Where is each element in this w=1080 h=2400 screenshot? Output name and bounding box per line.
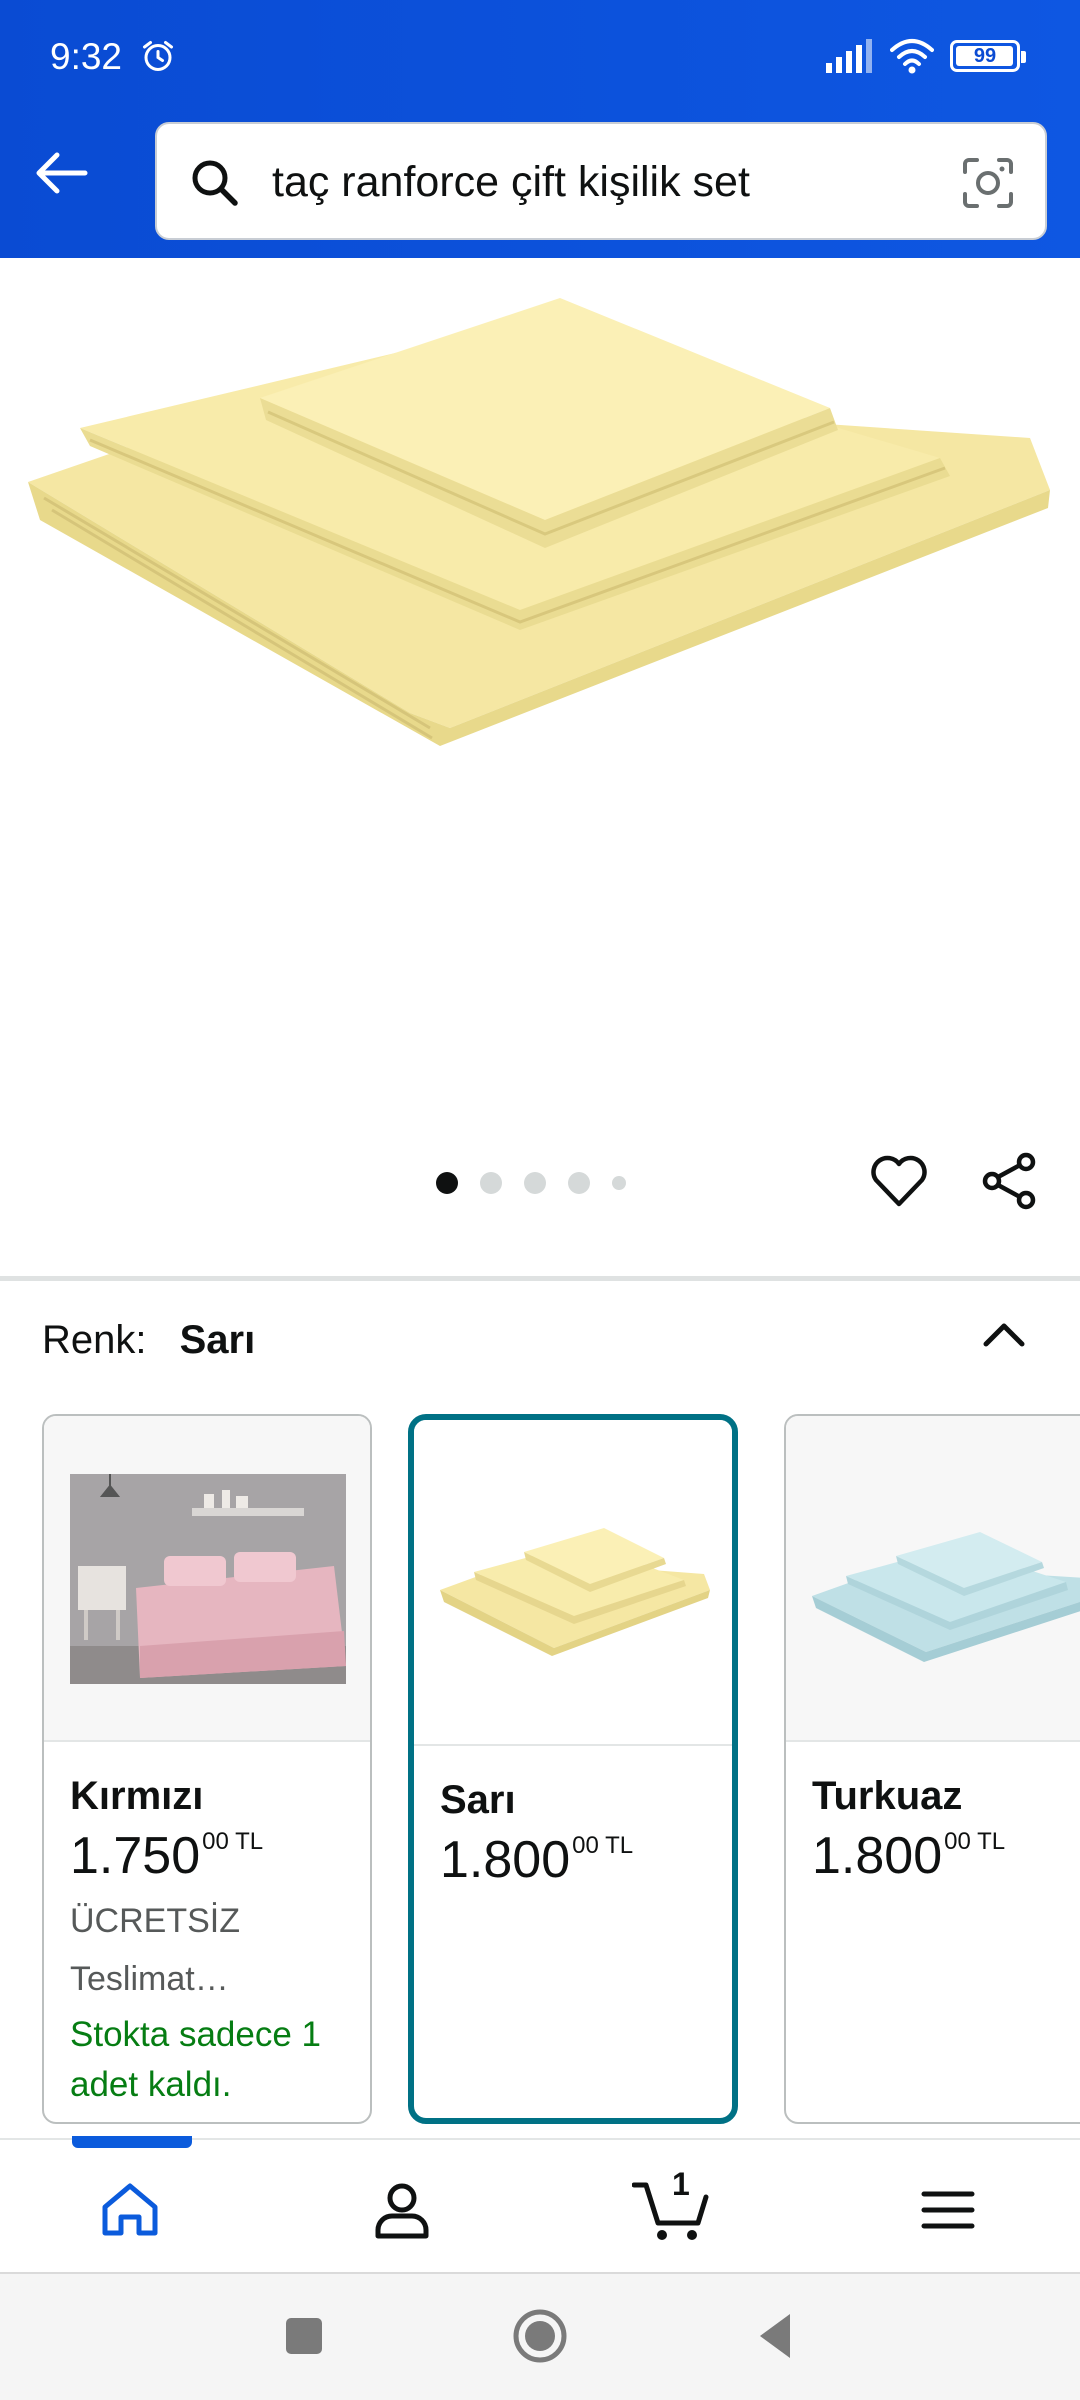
turquoise-bedsheet-image: [812, 1532, 1080, 1662]
color-option-thumbnail: [786, 1416, 1080, 1742]
color-option-price: 1.80000 TL: [812, 1826, 1005, 1886]
color-option-turkuaz[interactable]: Turkuaz 1.80000 TL: [784, 1414, 1080, 2124]
price-fraction: 00: [572, 1832, 599, 1859]
search-input[interactable]: taç ranforce çift kişilik set: [155, 122, 1047, 240]
product-image[interactable]: [0, 258, 1080, 1138]
nav-menu[interactable]: [908, 2170, 988, 2250]
nav-home[interactable]: [90, 2170, 170, 2250]
share-icon[interactable]: [978, 1150, 1040, 1212]
header-bar: 9:32 99 taç ranforce çift kişilik set: [0, 0, 1080, 258]
active-tab-indicator: [72, 2136, 192, 2148]
alarm-icon: [143, 41, 173, 71]
recent-apps-icon[interactable]: [274, 2306, 334, 2366]
color-option-thumbnail: [44, 1416, 370, 1742]
signal-icon: [826, 39, 872, 73]
arrow-left-icon: [36, 152, 88, 194]
bottom-navigation: [0, 2138, 1080, 2272]
home-icon: [102, 2183, 158, 2236]
color-option-price: 1.75000 TL: [70, 1826, 263, 1886]
color-selector-header: Renk: Sarı: [42, 1318, 255, 1363]
price-main: 1.800: [440, 1831, 571, 1889]
status-time: 9:32: [50, 36, 123, 77]
color-option-sari[interactable]: Sarı 1.80000 TL: [408, 1414, 738, 2124]
pagination-dot[interactable]: [612, 1176, 626, 1190]
price-currency: TL: [235, 1828, 264, 1855]
selected-color: Sarı: [179, 1318, 256, 1362]
price-currency: TL: [977, 1828, 1006, 1855]
color-option-name: Kırmızı: [70, 1774, 204, 1818]
person-icon: [375, 2183, 429, 2239]
pagination-dot[interactable]: [480, 1172, 502, 1194]
price-currency: TL: [605, 1832, 634, 1859]
price-fraction: 00: [944, 1828, 971, 1855]
back-button[interactable]: [28, 140, 94, 206]
delivery-info: ÜCRETSİZ: [70, 1902, 240, 1940]
price-main: 1.800: [812, 1827, 943, 1885]
search-query: taç ranforce çift kişilik set: [272, 158, 750, 206]
color-option-price: 1.80000 TL: [440, 1830, 633, 1890]
color-option-name: Sarı: [440, 1778, 516, 1822]
color-label: Renk:: [42, 1318, 147, 1362]
color-option-thumbnail: [414, 1420, 732, 1746]
pagination-dot[interactable]: [568, 1172, 590, 1194]
image-pagination[interactable]: [436, 1171, 626, 1195]
nav-account[interactable]: [362, 2170, 442, 2250]
delivery-info-detail: Teslimat…: [70, 1960, 229, 1998]
cart-count-badge: 1: [672, 2166, 690, 2202]
section-divider: [0, 1276, 1080, 1281]
chevron-up-icon[interactable]: [978, 1310, 1030, 1362]
color-option-name: Turkuaz: [812, 1774, 963, 1818]
wifi-icon: [890, 39, 934, 74]
camera-search-icon[interactable]: [961, 156, 1015, 210]
system-navigation-bar: [0, 2272, 1080, 2400]
search-icon: [192, 160, 238, 206]
battery-level: 99: [973, 44, 997, 67]
hamburger-menu-icon: [921, 2191, 975, 2229]
price-main: 1.750: [70, 1827, 201, 1885]
battery-indicator: 99: [950, 40, 1026, 72]
heart-icon[interactable]: [868, 1150, 930, 1212]
status-bar: 9:32 99: [0, 0, 1080, 110]
back-triangle-icon[interactable]: [746, 2306, 806, 2366]
pink-bedroom-image: [70, 1474, 346, 1684]
bedsheet-set-image: [28, 298, 1050, 746]
price-fraction: 00: [202, 1828, 229, 1855]
pagination-dot[interactable]: [436, 1172, 458, 1194]
home-button-icon[interactable]: [510, 2306, 570, 2366]
yellow-bedsheet-image: [440, 1528, 710, 1656]
color-option-kirmizi[interactable]: Kırmızı 1.75000 TL ÜCRETSİZ Teslimat… St…: [42, 1414, 372, 2124]
stock-status: Stokta sadece 1 adet kaldı.: [70, 2015, 321, 2104]
pagination-dot[interactable]: [524, 1172, 546, 1194]
